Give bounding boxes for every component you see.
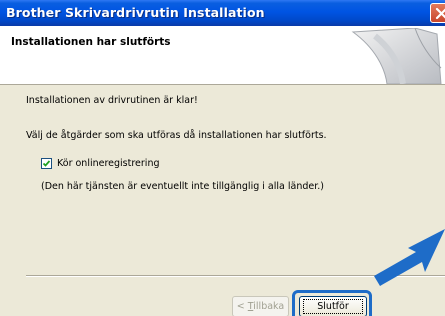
- pointer-arrow-icon: [374, 229, 445, 286]
- installer-window: Brother Skrivardrivrutin Installation In…: [0, 0, 445, 316]
